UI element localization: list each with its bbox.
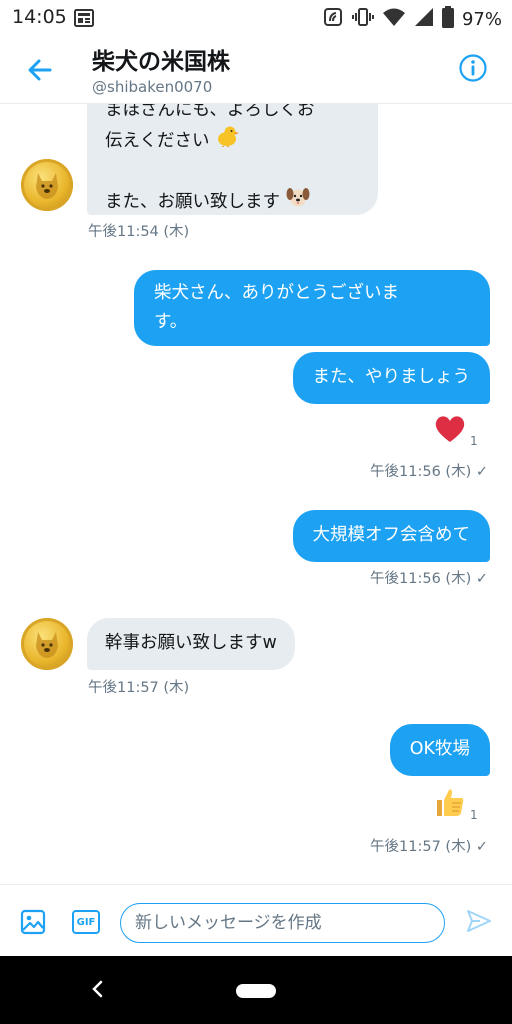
avatar[interactable] xyxy=(21,618,73,670)
message-timestamp: 午後11:57 (木) ✓ xyxy=(370,839,488,855)
wifi-icon xyxy=(382,7,406,31)
image-icon[interactable] xyxy=(20,909,46,939)
message-line: まほさんにも、よろしくお xyxy=(105,104,315,120)
vibrate-icon xyxy=(351,6,374,32)
message-text: OK牧場 xyxy=(409,739,470,759)
message-reaction[interactable]: 1 xyxy=(434,786,478,822)
gif-button[interactable]: GIF xyxy=(72,910,100,934)
message-text: また、やりましょう xyxy=(312,367,471,387)
back-arrow-icon[interactable] xyxy=(24,54,56,86)
battery-percent: 97% xyxy=(461,8,502,30)
message-text: 大規模オフ会含めて xyxy=(312,525,471,545)
user-handle: @shibaken0070 xyxy=(92,78,213,96)
nav-home-button[interactable] xyxy=(236,984,276,998)
message-line-with-emoji: 伝えください xyxy=(105,125,360,157)
red-heart-emoji xyxy=(434,414,466,448)
outgoing-message[interactable]: 柴犬さん、ありがとうございま す。 xyxy=(134,270,490,346)
nav-back-icon[interactable] xyxy=(90,980,106,1002)
conversation-header: 柴犬の米国株 @shibaken0070 xyxy=(0,34,512,104)
info-icon[interactable] xyxy=(458,53,488,83)
message-line: 柴犬さん、ありがとうございま xyxy=(154,283,399,303)
incoming-message[interactable]: 幹事お願い致しますw xyxy=(87,618,295,670)
message-timestamp: 午後11:56 (木) ✓ xyxy=(370,464,488,480)
message-reaction[interactable]: 1 xyxy=(434,414,478,448)
message-line: す。 xyxy=(154,312,188,332)
message-composer: GIF xyxy=(0,884,512,956)
status-bar: 14:05 97% xyxy=(0,0,512,34)
system-nav-bar xyxy=(0,956,512,1024)
status-time: 14:05 xyxy=(12,6,67,28)
avatar[interactable] xyxy=(21,159,73,211)
incoming-message[interactable]: まほさんにも、よろしくお 伝えください また、お願い致します xyxy=(87,104,378,215)
outgoing-message[interactable]: 大規模オフ会含めて xyxy=(292,510,490,562)
outgoing-message[interactable]: また、やりましょう xyxy=(292,352,490,404)
dog-face-emoji xyxy=(286,186,310,218)
message-line-with-emoji: また、お願い致します xyxy=(105,186,360,218)
message-input[interactable] xyxy=(120,903,445,943)
doge-coin-icon xyxy=(36,173,58,199)
message-list[interactable]: まほさんにも、よろしくお 伝えください また、お願い致します 午後11:54 (… xyxy=(0,104,512,884)
chick-emoji xyxy=(215,125,240,157)
message-timestamp: 午後11:56 (木) ✓ xyxy=(370,571,488,587)
battery-icon xyxy=(441,6,454,32)
message-text: 幹事お願い致しますw xyxy=(105,633,277,653)
message-line: また、お願い致します xyxy=(105,192,280,212)
reaction-count: 1 xyxy=(470,434,478,448)
reaction-count: 1 xyxy=(470,808,478,822)
status-icons: 97% xyxy=(322,6,502,32)
page-title: 柴犬の米国株 xyxy=(92,49,230,75)
send-icon[interactable] xyxy=(466,908,492,938)
message-line: 伝えください xyxy=(105,131,210,151)
nfc-icon xyxy=(322,6,344,32)
outgoing-message[interactable]: OK牧場 xyxy=(389,724,490,776)
news-icon xyxy=(74,9,94,31)
signal-icon xyxy=(414,7,434,31)
message-timestamp: 午後11:54 (木) xyxy=(88,224,190,240)
doge-coin-icon xyxy=(36,632,58,658)
thumbs-up-emoji xyxy=(434,786,466,822)
message-timestamp: 午後11:57 (木) xyxy=(88,680,190,696)
